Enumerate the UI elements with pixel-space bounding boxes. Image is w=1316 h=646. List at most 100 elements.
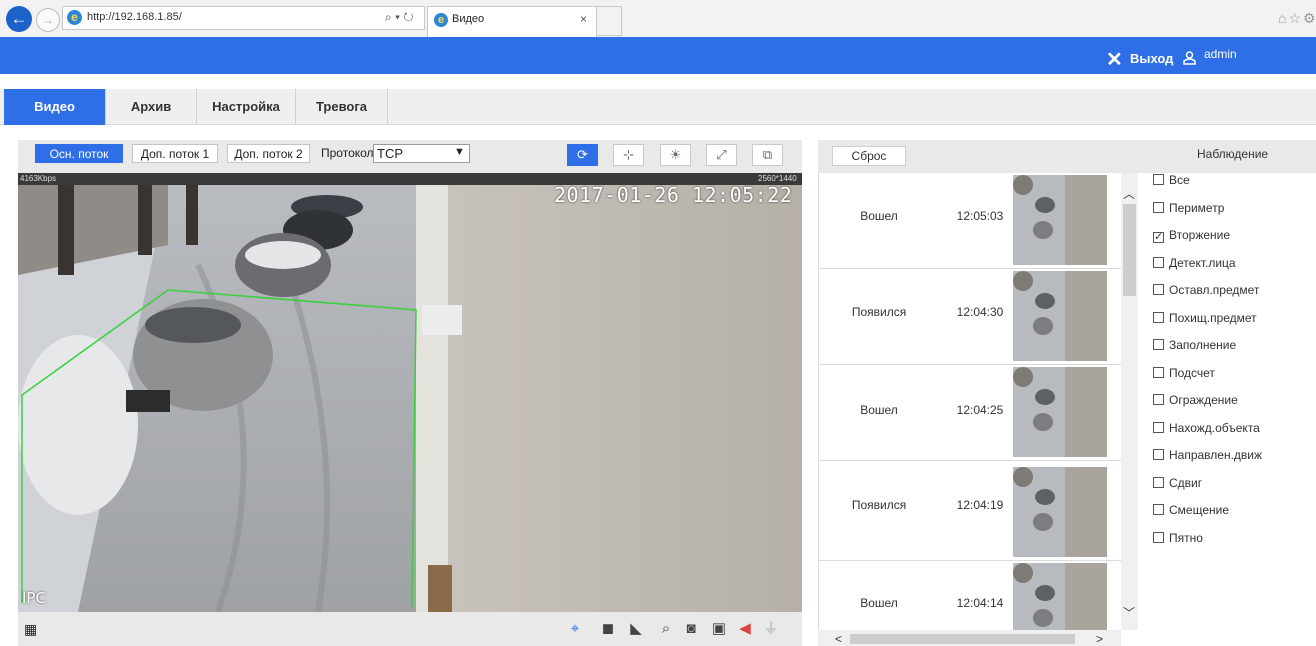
picture-icon[interactable]: ▣ [708, 618, 730, 640]
checkbox[interactable] [1153, 394, 1164, 405]
checkbox[interactable] [1153, 476, 1164, 488]
browser-tab[interactable]: e Видео × [427, 6, 597, 37]
tab-alarm[interactable]: Тревога [296, 89, 388, 125]
list-item[interactable]: Вошел 12:05:03 [819, 173, 1121, 269]
filter-label: Похищ.предмет [1169, 310, 1257, 325]
speaker-icon[interactable]: ◀ [734, 618, 756, 640]
add-zone-icon[interactable]: ⌖ [564, 618, 586, 640]
address-tools-icons[interactable]: ⌕ ▾ ↻ [385, 10, 414, 25]
browser-home-favorites-settings-icons[interactable]: ⌂☆⚙ [1278, 10, 1316, 27]
checkbox[interactable] [1153, 421, 1164, 433]
filter-item[interactable]: Ограждение [1153, 393, 1238, 411]
filter-item[interactable]: Оставл.предмет [1153, 283, 1259, 301]
snapshot-icon[interactable]: ◙ [680, 618, 702, 640]
filter-item[interactable]: Похищ.предмет [1153, 311, 1257, 329]
url-text[interactable]: http://192.168.1.85/ [87, 11, 182, 23]
scroll-left-icon[interactable]: < [835, 632, 842, 646]
checkbox-checked[interactable]: ✓ [1153, 232, 1164, 243]
event-thumbnail[interactable] [1013, 467, 1107, 557]
filter-item[interactable]: Периметр [1153, 201, 1224, 219]
event-thumbnail[interactable] [1013, 367, 1107, 457]
event-type: Появился [851, 305, 907, 319]
filter-item[interactable]: Пятно [1153, 531, 1203, 549]
zoom-icon[interactable]: ⌕ [655, 618, 677, 640]
tab-settings[interactable]: Настройка [197, 89, 296, 125]
fullscreen-icon[interactable]: ⤢ [706, 144, 737, 166]
scroll-down-icon[interactable]: ﹀ [1123, 604, 1135, 621]
event-type: Появился [851, 498, 907, 512]
film-icon[interactable]: ▦ [24, 621, 37, 638]
checkbox[interactable] [1153, 449, 1164, 460]
filter-label: Сдвиг [1169, 475, 1203, 490]
filter-item[interactable]: Все [1153, 173, 1190, 191]
zoom-area-icon[interactable]: ⊹ [613, 144, 644, 166]
browser-back-button[interactable]: ← [6, 6, 32, 32]
resolution-readout: 2560*1440 [758, 174, 797, 183]
list-item[interactable]: Появился 12:04:19 [819, 465, 1121, 561]
filter-label: Подсчет [1169, 365, 1215, 380]
filter-label: Смещение [1169, 503, 1230, 517]
main-stream-button[interactable]: Осн. поток [35, 144, 123, 163]
filter-label: Периметр [1169, 200, 1225, 215]
ie-icon: e [67, 10, 82, 25]
bitrate-readout: 4163Kbps [20, 174, 57, 183]
event-thumbnail[interactable] [1013, 271, 1107, 361]
event-type: Вошел [860, 209, 898, 223]
filter-item[interactable]: Подсчет [1153, 366, 1215, 384]
list-item[interactable]: Появился 12:04:30 [819, 269, 1121, 365]
protocol-select[interactable]: TCP ▼ [373, 144, 470, 163]
logout-icon[interactable]: ✕ [1106, 50, 1123, 70]
scroll-right-icon[interactable]: > [1096, 632, 1103, 646]
osd-camera-label: IPC [22, 589, 46, 607]
event-type: Вошел [860, 403, 898, 417]
checkbox[interactable] [1153, 174, 1164, 185]
scrollbar-thumb[interactable] [850, 634, 1075, 644]
checkbox[interactable] [1153, 339, 1164, 350]
browser-tab-title: Видео [452, 13, 485, 25]
filter-item[interactable]: Нахожд.объекта [1153, 421, 1260, 439]
new-tab-button[interactable] [597, 6, 622, 36]
chevron-down-icon: ▼ [454, 146, 465, 158]
window-icon[interactable]: ⧉ [752, 144, 783, 166]
microphone-icon[interactable]: ⏚ [760, 618, 782, 640]
checkbox[interactable] [1153, 201, 1164, 213]
checkbox[interactable] [1153, 531, 1164, 543]
events-list[interactable]: Вошел 12:05:03 Появился 12:04:30 Вошел 1… [818, 173, 1121, 646]
list-item[interactable]: Вошел 12:04:25 [819, 365, 1121, 461]
filter-label: Вторжение [1169, 228, 1231, 242]
checkbox[interactable] [1153, 284, 1164, 295]
record-icon[interactable]: ◣ [625, 618, 647, 640]
filter-item[interactable]: Детект.лица [1153, 256, 1236, 274]
osd-timestamp: 2017-01-26 12:05:22 [554, 183, 793, 207]
alarm-bell-icon[interactable]: ◼ [597, 618, 619, 640]
filter-item[interactable]: Заполнение [1153, 338, 1236, 356]
filter-label: Ограждение [1169, 393, 1238, 407]
event-thumbnail[interactable] [1013, 175, 1107, 265]
tab-video[interactable]: Видео [4, 89, 106, 125]
filter-item[interactable]: ✓ Вторжение [1153, 228, 1230, 246]
filter-item[interactable]: Сдвиг [1153, 476, 1202, 494]
event-time: 12:04:25 [956, 403, 1004, 417]
scrollbar-thumb[interactable] [1123, 204, 1136, 296]
event-time: 12:04:14 [956, 596, 1004, 610]
scroll-up-icon[interactable]: ︿ [1123, 185, 1135, 202]
checkbox[interactable] [1153, 504, 1164, 515]
live-video-view[interactable] [18, 185, 802, 612]
filter-item[interactable]: Смещение [1153, 503, 1229, 521]
logout-button[interactable]: Выход [1130, 51, 1173, 66]
checkbox[interactable] [1153, 256, 1164, 268]
checkbox[interactable] [1153, 366, 1164, 378]
tab-close-icon[interactable]: × [580, 12, 587, 26]
browser-forward-button[interactable]: → [36, 8, 60, 32]
checkbox[interactable] [1153, 311, 1164, 323]
ptz-icon[interactable]: ⟳ [567, 144, 598, 166]
protocol-label: Протокол [321, 146, 374, 160]
tab-archive[interactable]: Архив [106, 89, 197, 125]
brightness-icon[interactable]: ☀ [660, 144, 691, 166]
address-bar[interactable]: e http://192.168.1.85/ ⌕ ▾ ↻ [62, 6, 425, 30]
event-time: 12:05:03 [956, 209, 1004, 223]
sub-stream-1-button[interactable]: Доп. поток 1 [132, 144, 218, 163]
reset-button[interactable]: Сброс [832, 146, 906, 166]
sub-stream-2-button[interactable]: Доп. поток 2 [227, 144, 310, 163]
filter-item[interactable]: Направлен.движ [1153, 448, 1262, 466]
